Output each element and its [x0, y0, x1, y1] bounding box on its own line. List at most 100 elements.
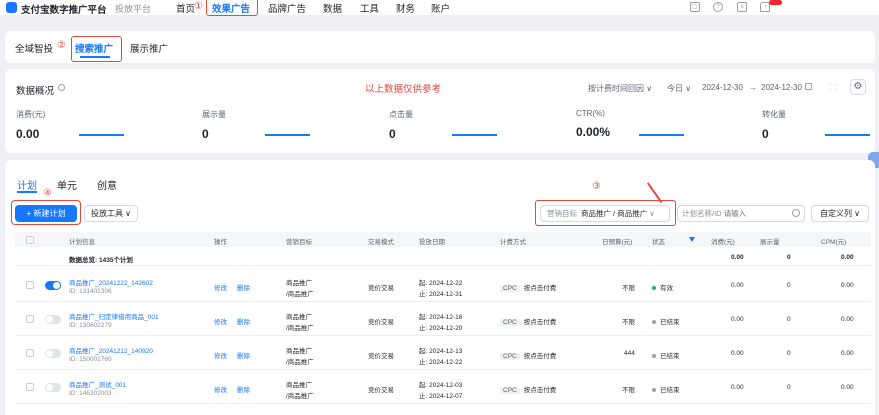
- fullscreen-icon[interactable]: ⛶: [830, 83, 836, 93]
- edit-link[interactable]: 修改: [214, 384, 227, 394]
- summary-cost: 0.00: [731, 254, 744, 261]
- daily-budget: 不限: [622, 319, 635, 326]
- metric-impressions: 展示量 0: [202, 109, 372, 145]
- plan-name-link[interactable]: 商品推广_归定律借用商品_001: [69, 311, 159, 321]
- nav-finance[interactable]: 财务: [396, 1, 415, 15]
- billing-method: CPC 按点击付费: [500, 282, 556, 292]
- plan-toggle[interactable]: [45, 315, 61, 324]
- plan-name-link[interactable]: 商品推广_测试_001: [69, 379, 126, 389]
- summary-row: 数据总览: 1435个计划 0.00 0 0.00: [15, 250, 871, 266]
- metric-label: CTR(%): [576, 109, 605, 118]
- status-text: 已结束: [660, 319, 680, 326]
- tab-plans[interactable]: 计划: [17, 177, 37, 192]
- document-icon[interactable]: ▢: [690, 2, 700, 12]
- trend-line: [825, 134, 870, 136]
- plan-id: ID: 131401306: [69, 288, 112, 295]
- column-header: 操作: [214, 239, 227, 246]
- overview-note: 以上数据仅供参考: [365, 84, 442, 95]
- tab-all-domain[interactable]: 全域智投: [15, 41, 53, 55]
- edit-link[interactable]: 修改: [214, 350, 227, 360]
- custom-columns-button[interactable]: 自定义列 ∨: [811, 205, 869, 222]
- delete-link[interactable]: 删除: [237, 350, 250, 360]
- daily-budget: 不限: [622, 285, 635, 292]
- delete-link[interactable]: 删除: [237, 316, 250, 326]
- filter-icon[interactable]: [689, 237, 695, 242]
- marketing-goal-select[interactable]: 营销目标 商品推广 / 商品推广 ∨: [540, 205, 670, 222]
- select-all-checkbox[interactable]: [26, 236, 34, 244]
- column-header: 展示量: [760, 239, 780, 246]
- metric-clicks: 点击量 0: [389, 109, 559, 145]
- nav-data[interactable]: 数据: [323, 1, 342, 15]
- delete-link[interactable]: 删除: [237, 282, 250, 292]
- end-date: 止: 2024-12-22: [419, 359, 463, 366]
- summary-label: 数据总览: 1435个计划: [69, 257, 133, 264]
- plan-toggle[interactable]: [45, 349, 61, 358]
- end-date: 止: 2024-12-20: [419, 325, 463, 332]
- nav-home[interactable]: 首页: [176, 1, 195, 15]
- trend-line: [639, 134, 684, 136]
- column-header: 日预算(元): [602, 239, 633, 246]
- filter-value: 商品推广 / 商品推广: [581, 209, 648, 218]
- delivery-tools-button[interactable]: 投放工具 ∨: [84, 205, 138, 222]
- date-to[interactable]: 2024-12-30: [761, 83, 802, 92]
- date-from[interactable]: 2024-12-30: [702, 83, 743, 92]
- info-icon[interactable]: [58, 84, 65, 91]
- platform-title: 支付宝数字推广平台: [21, 5, 107, 16]
- date-separator: →: [749, 83, 757, 92]
- quick-date-value: 今日: [667, 84, 683, 93]
- plan-id: ID: 150001760: [69, 356, 112, 363]
- impressions-value: 0: [787, 384, 791, 391]
- nav-brand-ads[interactable]: 品牌广告: [268, 1, 306, 15]
- plan-toggle[interactable]: [45, 281, 61, 290]
- tab-units[interactable]: 单元: [57, 177, 77, 192]
- trade-mode: 竞价交易: [368, 353, 394, 360]
- column-header: 交易模式: [368, 239, 394, 246]
- metric-cost: 消费(元) 0.00: [16, 109, 186, 145]
- nav-account[interactable]: 账户: [431, 1, 450, 15]
- row-checkbox[interactable]: [26, 315, 34, 323]
- column-header: 状态: [652, 239, 665, 246]
- tab-creatives[interactable]: 创意: [97, 177, 117, 192]
- plan-name-link[interactable]: 商品推广_20241212_140920: [69, 345, 153, 355]
- search-label: 计划名称/ID: [682, 209, 722, 218]
- row-checkbox[interactable]: [26, 281, 34, 289]
- daily-budget: 不限: [622, 387, 635, 394]
- clipboard-icon[interactable]: ≡: [737, 2, 747, 12]
- trade-mode: 竞价交易: [368, 319, 394, 326]
- goal-secondary: /商品推广: [286, 359, 314, 366]
- goal-secondary: /商品推广: [286, 291, 314, 298]
- calendar-icon[interactable]: [805, 83, 812, 90]
- table-header: 计划信息 操作 营销目标 交易模式 投放日期 计费方式 日预算(元) 状态 消费…: [15, 232, 871, 247]
- plan-search-field[interactable]: 计划名称/ID: [677, 205, 805, 222]
- row-checkbox[interactable]: [26, 349, 34, 357]
- column-header: 营销目标: [286, 239, 312, 246]
- plan-list-card: 计划 单元 创意 ④ + 新建计划 投放工具 ∨ ③ 营销目标 商品推广 / 商品…: [5, 160, 875, 415]
- tab-display-promotion[interactable]: 展示推广: [130, 41, 168, 55]
- start-date: 起: 2024-12-22: [419, 280, 463, 287]
- status-text: 有效: [660, 285, 673, 292]
- quick-date-select[interactable]: 今日 ∨: [667, 83, 691, 94]
- plan-name-link[interactable]: 商品推广_20241222_142602: [69, 277, 153, 287]
- gear-icon[interactable]: ⚙: [850, 79, 866, 95]
- plan-toggle[interactable]: [45, 383, 61, 392]
- summary-cpm: 0.00: [841, 254, 854, 261]
- goal-primary: 商品推广: [286, 382, 312, 389]
- search-input[interactable]: [723, 209, 779, 218]
- metric-value: 0.00%: [576, 125, 611, 139]
- delete-link[interactable]: 删除: [237, 384, 250, 394]
- overview-title: 数据概况: [16, 86, 55, 97]
- edit-link[interactable]: 修改: [214, 282, 227, 292]
- row-checkbox[interactable]: [26, 383, 34, 391]
- edit-link[interactable]: 修改: [214, 316, 227, 326]
- goal-primary: 商品推广: [286, 348, 312, 355]
- granularity-select[interactable]: 按计费时间回因 ∨: [588, 83, 652, 94]
- column-header: CPM(元): [821, 239, 847, 246]
- billing-method: CPC 按点击付费: [500, 384, 556, 394]
- start-date: 起: 2024-12-16: [419, 314, 463, 321]
- annotation-highlight-box: [71, 36, 122, 62]
- impressions-value: 0: [787, 350, 791, 357]
- search-icon[interactable]: [792, 209, 800, 217]
- trade-mode: 竞价交易: [368, 387, 394, 394]
- nav-tools[interactable]: 工具: [360, 1, 379, 15]
- help-icon[interactable]: ?: [713, 2, 723, 12]
